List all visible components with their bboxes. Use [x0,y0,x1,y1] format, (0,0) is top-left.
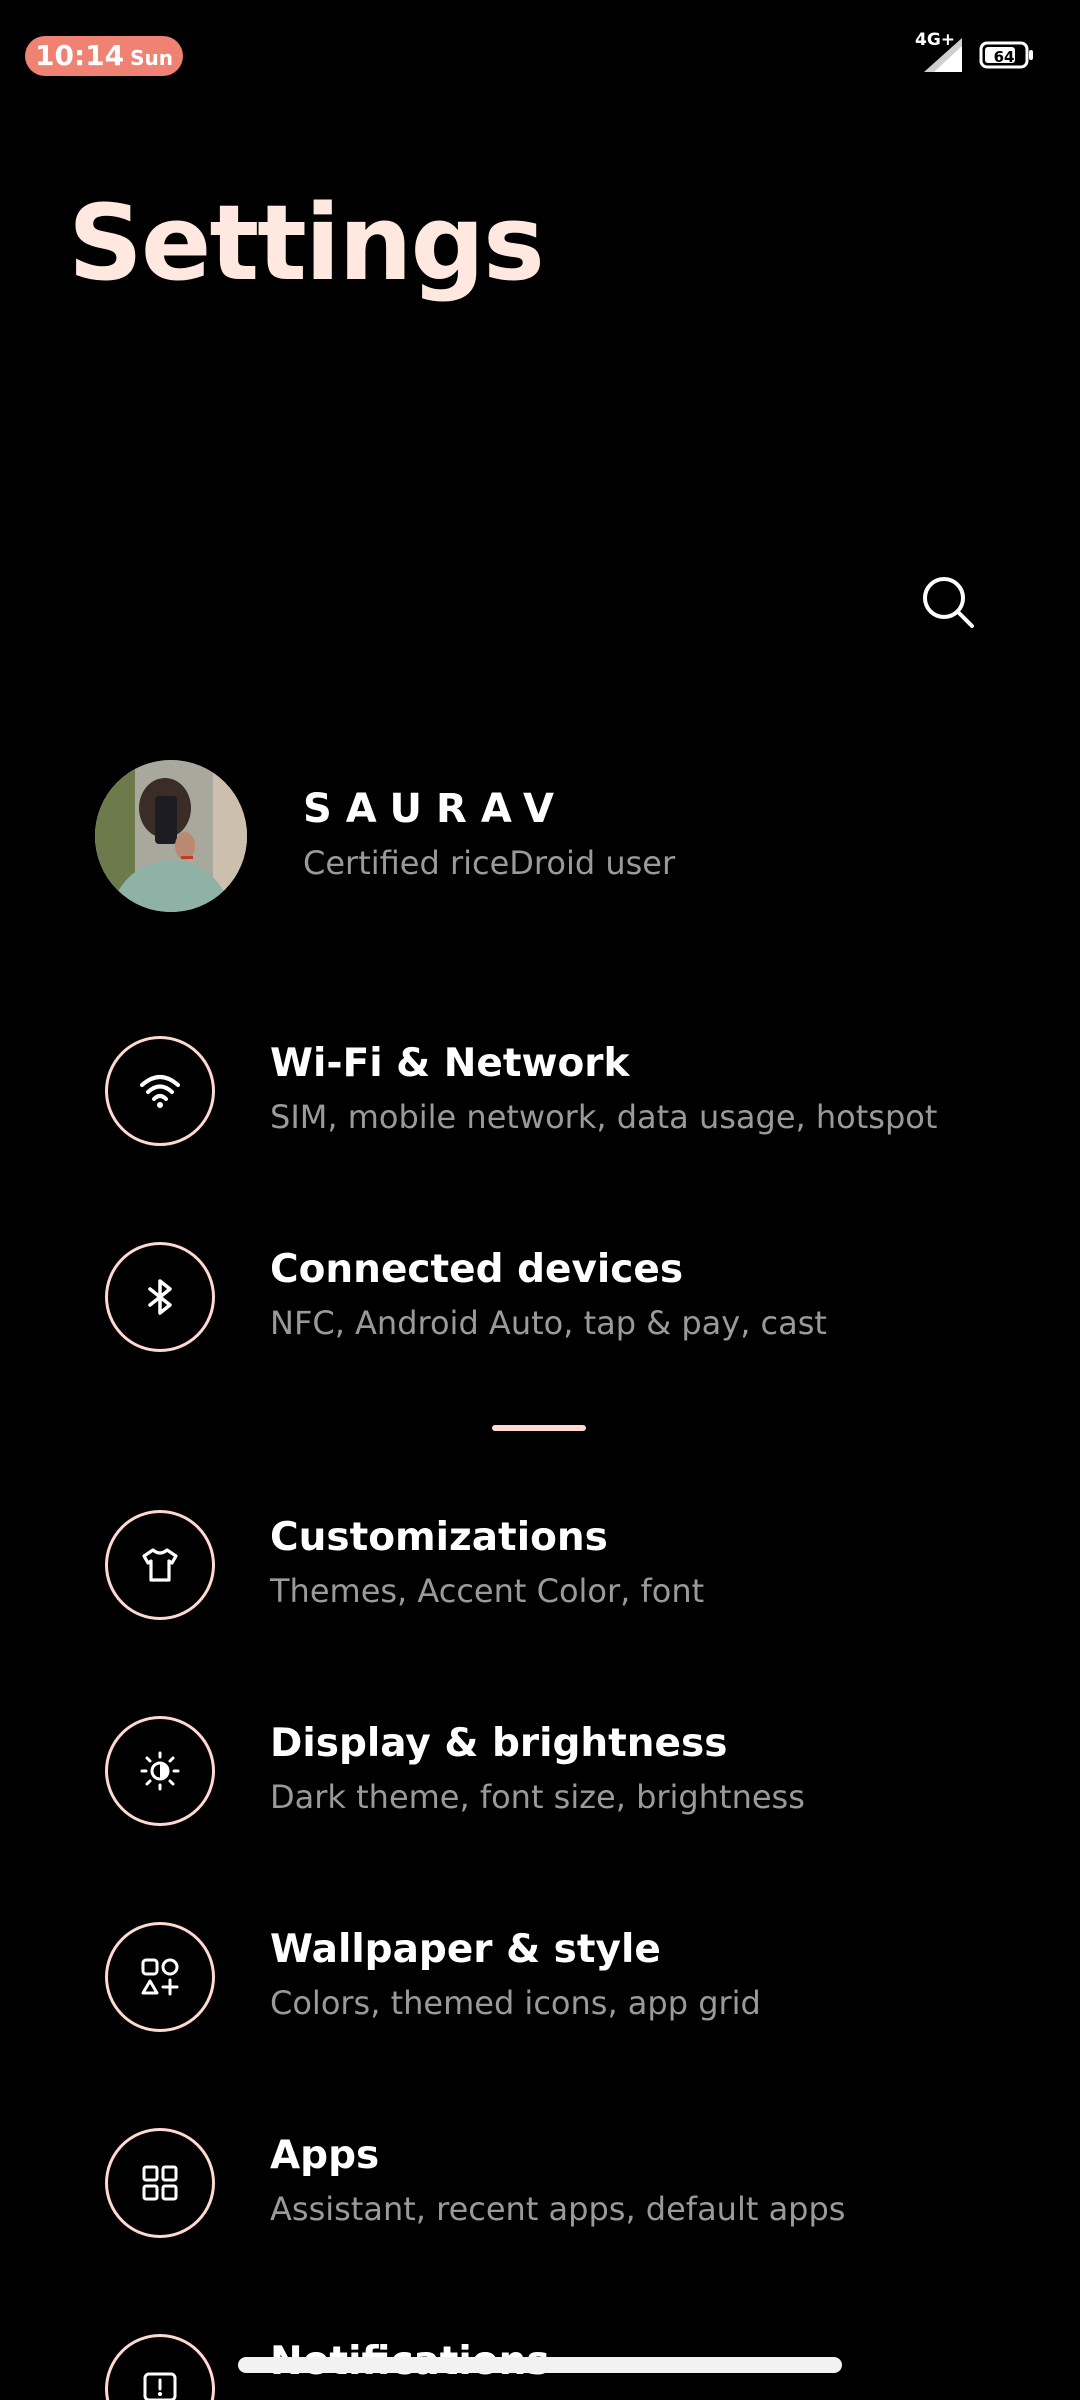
setting-subtitle: Dark theme, font size, brightness [270,1778,805,1816]
gesture-nav-handle[interactable] [238,2357,842,2373]
brightness-icon [105,1716,215,1826]
setting-wifi-network[interactable]: Wi-Fi & Network SIM, mobile network, dat… [105,1033,1035,1153]
shapes-icon [105,1922,215,2032]
setting-apps[interactable]: Apps Assistant, recent apps, default app… [105,2125,1035,2245]
setting-customizations[interactable]: Customizations Themes, Accent Color, fon… [105,1507,1035,1627]
battery-icon: 64 [979,41,1033,69]
notification-icon [105,2334,215,2400]
clock-time: 10:14 [35,39,125,72]
clock-day: Sun [130,46,174,70]
setting-display-brightness[interactable]: Display & brightness Dark theme, font si… [105,1713,1035,1833]
apps-grid-icon [105,2128,215,2238]
setting-wallpaper-style[interactable]: Wallpaper & style Colors, themed icons, … [105,1919,1035,2039]
wifi-icon [105,1036,215,1146]
profile-subtitle: Certified riceDroid user [303,844,676,882]
setting-title: Connected devices [270,1247,684,1292]
avatar[interactable] [95,760,247,912]
section-divider [492,1425,586,1431]
setting-subtitle: Colors, themed icons, app grid [270,1984,761,2022]
setting-title: Customizations [270,1515,608,1560]
setting-connected-devices[interactable]: Connected devices NFC, Android Auto, tap… [105,1239,1035,1359]
search-icon[interactable] [918,572,980,634]
tshirt-icon [105,1510,215,1620]
setting-title: Wallpaper & style [270,1927,661,1972]
profile-name: SAURAV [303,786,569,832]
setting-title: Apps [270,2133,380,2178]
setting-subtitle: Assistant, recent apps, default apps [270,2190,846,2228]
battery-level: 64 [994,48,1015,66]
page-title: Settings [68,182,545,304]
profile-card[interactable]: SAURAV Certified riceDroid user [95,760,995,912]
status-bar: 10:14 Sun 4G+ 64 [0,0,1080,110]
setting-subtitle: NFC, Android Auto, tap & pay, cast [270,1304,827,1342]
setting-title: Display & brightness [270,1721,728,1766]
bluetooth-icon [105,1242,215,1352]
setting-subtitle: SIM, mobile network, data usage, hotspot [270,1098,938,1136]
setting-title: Wi-Fi & Network [270,1041,630,1086]
signal-icon [924,38,962,72]
clock-pill[interactable]: 10:14 Sun [25,36,184,76]
setting-subtitle: Themes, Accent Color, font [270,1572,705,1610]
